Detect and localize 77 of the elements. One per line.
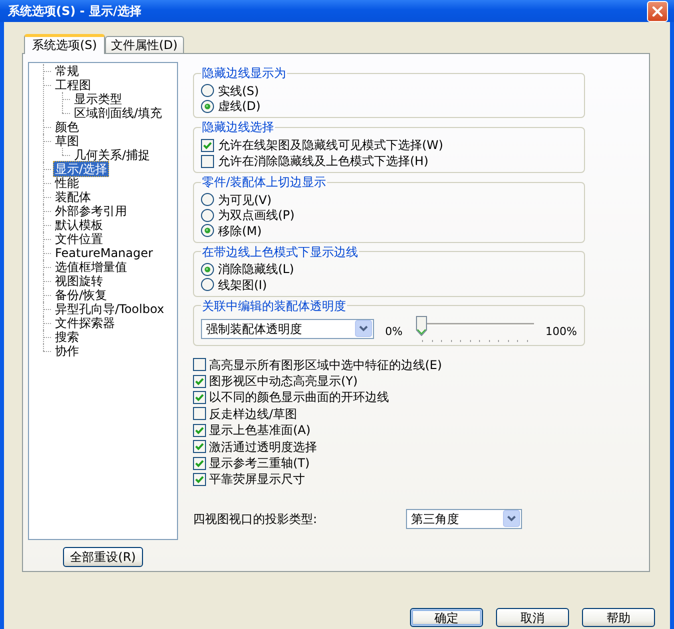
tree-item[interactable]: 视图旋转: [53, 273, 105, 289]
chevron-down-icon: [355, 320, 372, 337]
scale-label: 0%: [385, 324, 403, 338]
checkbox-label[interactable]: 图形视区中动态高亮显示(Y): [209, 374, 358, 388]
tree-item[interactable]: 协作: [53, 343, 81, 359]
radio-button[interactable]: [201, 193, 214, 206]
checkbox-label[interactable]: 激活通过透明度选择: [209, 440, 317, 454]
tree-item[interactable]: 备份/恢复: [53, 287, 110, 303]
tab[interactable]: 系统选项(S): [24, 34, 105, 54]
radio-label[interactable]: 消除隐藏线(L): [218, 262, 294, 276]
tree-item[interactable]: 显示类型: [72, 91, 124, 107]
tree-item[interactable]: 工程图: [53, 77, 93, 93]
tree-item[interactable]: 文件位置: [53, 231, 105, 247]
tree-item[interactable]: 默认模板: [53, 217, 105, 233]
radio-button[interactable]: [201, 224, 214, 238]
radio-label[interactable]: 线架图(I): [218, 278, 267, 292]
tree-item[interactable]: 常规: [53, 63, 81, 79]
tree-item[interactable]: 区域剖面线/填充: [72, 105, 164, 121]
checkbox-label[interactable]: 显示参考三重轴(T): [209, 456, 310, 470]
projection-label: 四视图视口的投影类型:: [193, 512, 318, 526]
close-button[interactable]: [647, 0, 668, 22]
checkbox[interactable]: [193, 440, 206, 454]
dropdown[interactable]: 强制装配体透明度: [201, 318, 374, 338]
checkbox[interactable]: [193, 358, 206, 372]
tree-item[interactable]: 显示/选择: [53, 161, 110, 177]
group-title: 隐藏边线选择: [201, 120, 275, 134]
checkbox[interactable]: [193, 472, 206, 486]
checkbox[interactable]: [193, 424, 206, 437]
tree-item[interactable]: 异型孔向导/Toolbox: [53, 301, 166, 317]
checkbox-label[interactable]: 平靠荧屏显示尺寸: [209, 472, 305, 486]
tree-item[interactable]: 文件探索器: [53, 315, 117, 331]
group-title: 零件/装配体上切边显示: [201, 175, 328, 189]
tree-item[interactable]: 几何关系/捕捉: [72, 147, 152, 163]
checkbox[interactable]: [201, 154, 214, 168]
radio-label[interactable]: 实线(S): [218, 84, 259, 98]
radio-label[interactable]: 为可见(V): [218, 192, 272, 207]
checkbox[interactable]: [193, 456, 206, 470]
window-title: 系统选项(S) - 显示/选择: [8, 3, 142, 19]
radio-button[interactable]: [201, 100, 214, 113]
dialog-button[interactable]: 取消: [496, 608, 569, 627]
slider-thumb[interactable]: [416, 316, 427, 336]
radio-button[interactable]: [201, 262, 214, 276]
checkbox-label[interactable]: 允许在消除隐藏线及上色模式下选择(H): [218, 154, 428, 168]
checkbox[interactable]: [193, 407, 206, 420]
tree-item[interactable]: 选值框增量值: [53, 259, 129, 275]
tree-item[interactable]: 搜索: [53, 329, 81, 345]
group-title: 隐藏边线显示为: [201, 66, 287, 80]
checkbox[interactable]: [201, 138, 214, 152]
group-title: 关联中编辑的装配体透明度: [201, 298, 347, 312]
radio-label[interactable]: 虚线(D): [218, 99, 261, 114]
checkbox[interactable]: [193, 390, 206, 404]
radio-button[interactable]: [201, 84, 214, 98]
checkbox-label[interactable]: 显示上色基准面(A): [209, 423, 311, 438]
radio-label[interactable]: 为双点画线(P): [218, 208, 295, 222]
dropdown[interactable]: 第三角度: [406, 508, 522, 529]
tree-item[interactable]: 装配体: [53, 189, 93, 205]
tree-item[interactable]: FeatureManager: [53, 245, 155, 261]
checkbox-label[interactable]: 高亮显示所有图形区域中选中特征的边线(E): [209, 358, 442, 372]
close-icon: [652, 6, 663, 16]
radio-button[interactable]: [201, 278, 214, 292]
reset-all-button[interactable]: 全部重设(R): [63, 547, 143, 567]
tree-item[interactable]: 性能: [53, 175, 81, 191]
checkbox-label[interactable]: 以不同的颜色显示曲面的开环边线: [209, 390, 389, 404]
checkbox-label[interactable]: 反走样边线/草图: [209, 406, 298, 421]
checkbox-label[interactable]: 允许在线架图及隐藏线可见模式下选择(W): [218, 138, 444, 152]
tree-item[interactable]: 外部参考引用: [53, 203, 129, 219]
checkbox[interactable]: [193, 374, 206, 388]
dialog-button[interactable]: 帮助: [582, 608, 655, 627]
tree-item[interactable]: 草图: [53, 133, 81, 149]
dialog-button[interactable]: 确定: [410, 608, 483, 627]
tab[interactable]: 文件属性(D): [104, 36, 184, 53]
tree-item[interactable]: 颜色: [53, 119, 81, 135]
radio-label[interactable]: 移除(M): [218, 224, 262, 238]
chevron-down-icon: [503, 510, 520, 528]
radio-button[interactable]: [201, 208, 214, 222]
group-title: 在带边线上色模式下显示边线: [201, 244, 359, 258]
scale-label: 100%: [546, 324, 577, 338]
